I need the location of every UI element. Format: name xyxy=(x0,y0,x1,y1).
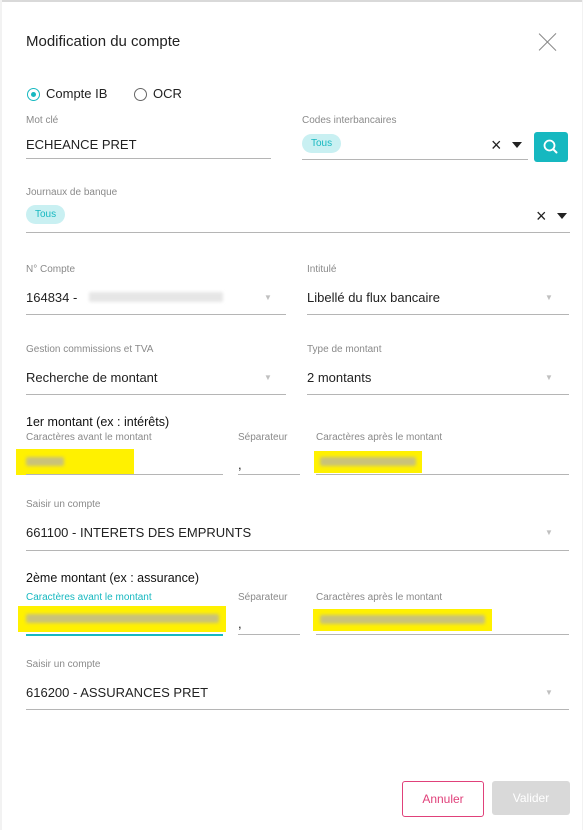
mot-cle-underline xyxy=(26,158,271,159)
journaux-underline xyxy=(26,232,570,233)
compte-chevron-icon[interactable]: ▼ xyxy=(264,293,272,302)
journaux-chip[interactable]: Tous xyxy=(26,205,66,224)
montant1-before-redacted[interactable] xyxy=(26,457,64,466)
compte-select-value[interactable]: 164834 - xyxy=(26,290,77,305)
search-button[interactable] xyxy=(534,132,568,162)
montant1-after-underline xyxy=(316,474,569,475)
montant1-before-underline xyxy=(26,474,223,475)
codes-interbancaires-chip[interactable]: Tous xyxy=(302,134,342,153)
intitule-select-value[interactable]: Libellé du flux bancaire xyxy=(307,290,440,305)
montant1-separator-underline xyxy=(238,474,300,475)
compte2-underline xyxy=(26,709,569,710)
montant2-separator-label: Séparateur xyxy=(238,592,288,603)
montant1-after-redacted[interactable] xyxy=(320,457,416,466)
compte1-label: Saisir un compte xyxy=(26,499,101,510)
montant2-separator-underline xyxy=(238,634,300,635)
radio-compte-ib[interactable] xyxy=(27,88,40,101)
cancel-button[interactable]: Annuler xyxy=(402,781,484,817)
mot-cle-input[interactable]: ECHEANCE PRET xyxy=(26,137,137,152)
codes-clear-icon[interactable]: × xyxy=(491,136,502,154)
montant1-before-label: Caractères avant le montant xyxy=(26,432,152,443)
montant1-after-label: Caractères après le montant xyxy=(316,432,443,443)
type-montant-select-value[interactable]: 2 montants xyxy=(307,370,371,385)
edit-account-dialog: Modification du compte Compte IB OCR Mot… xyxy=(2,0,582,830)
journaux-clear-icon[interactable]: × xyxy=(536,207,547,225)
compte2-chevron-icon[interactable]: ▼ xyxy=(545,688,553,697)
intitule-label: Intitulé xyxy=(307,264,337,275)
compte2-label: Saisir un compte xyxy=(26,659,101,670)
montant1-title: 1er montant (ex : intérêts) xyxy=(26,415,170,429)
compte-underline xyxy=(26,314,286,315)
montant1-separator-label: Séparateur xyxy=(238,432,288,443)
montant2-after-redacted[interactable] xyxy=(320,615,485,624)
codes-underline xyxy=(302,159,528,160)
close-icon[interactable] xyxy=(538,32,558,52)
radio-ocr[interactable] xyxy=(134,88,147,101)
type-montant-label: Type de montant xyxy=(307,344,382,355)
montant2-before-underline xyxy=(26,634,223,636)
dialog-title: Modification du compte xyxy=(26,33,181,50)
type-montant-underline xyxy=(307,394,569,395)
gestion-underline xyxy=(26,394,286,395)
montant2-after-label: Caractères après le montant xyxy=(316,592,443,603)
compte2-select-value[interactable]: 616200 - ASSURANCES PRET xyxy=(26,685,208,700)
montant2-title: 2ème montant (ex : assurance) xyxy=(26,571,199,585)
montant2-before-redacted[interactable] xyxy=(26,614,219,623)
compte-redacted xyxy=(89,292,223,302)
search-icon xyxy=(543,139,558,154)
mot-cle-label: Mot clé xyxy=(26,115,59,126)
codes-interbancaires-label: Codes interbancaires xyxy=(302,115,397,126)
montant2-separator-input[interactable]: , xyxy=(238,616,242,631)
intitule-underline xyxy=(307,314,569,315)
compte1-select-value[interactable]: 661100 - INTERETS DES EMPRUNTS xyxy=(26,525,251,540)
compte1-chevron-icon[interactable]: ▼ xyxy=(545,528,553,537)
radio-compte-ib-label: Compte IB xyxy=(46,86,108,101)
compte-label: N° Compte xyxy=(26,264,76,275)
journaux-dropdown-icon[interactable] xyxy=(557,213,567,219)
journaux-label: Journaux de banque xyxy=(26,187,118,198)
codes-dropdown-icon[interactable] xyxy=(512,142,522,148)
montant1-separator-input[interactable]: , xyxy=(238,457,242,472)
type-montant-chevron-icon[interactable]: ▼ xyxy=(545,373,553,382)
montant2-after-underline xyxy=(316,634,569,635)
gestion-select-value[interactable]: Recherche de montant xyxy=(26,370,158,385)
radio-ocr-label: OCR xyxy=(153,86,182,101)
compte1-underline xyxy=(26,550,569,551)
validate-button[interactable]: Valider xyxy=(492,781,570,815)
gestion-chevron-icon[interactable]: ▼ xyxy=(264,373,272,382)
intitule-chevron-icon[interactable]: ▼ xyxy=(545,293,553,302)
gestion-label: Gestion commissions et TVA xyxy=(26,344,154,355)
montant2-before-label: Caractères avant le montant xyxy=(26,592,152,603)
